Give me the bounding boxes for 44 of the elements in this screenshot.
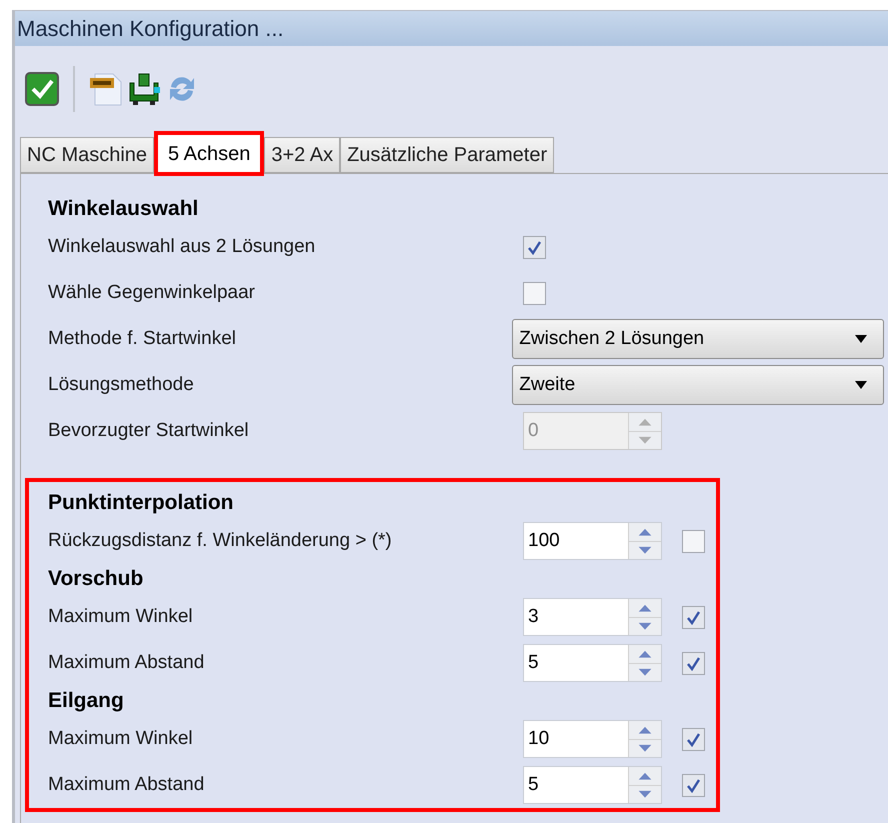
checkbox[interactable] xyxy=(523,282,546,304)
tab[interactable]: 5 Achsen xyxy=(154,131,264,176)
toolbar-separator xyxy=(73,66,75,112)
checkbox[interactable] xyxy=(682,652,705,674)
field-label: Winkelauswahl aus 2 Lösungen xyxy=(48,234,316,259)
checkmark-icon xyxy=(686,778,701,792)
spinner-field[interactable]: 3 xyxy=(523,598,662,636)
xml-file-icon[interactable] xyxy=(89,70,123,106)
section-heading: Punktinterpolation xyxy=(48,490,234,516)
field-label: Maximum Winkel xyxy=(48,726,194,751)
checkmark-icon xyxy=(686,732,701,746)
field-label: Rückzugsdistanz f. Winkeländerung > (*) xyxy=(48,528,393,553)
checkmark-icon xyxy=(686,656,701,670)
field-label: Bevorzugter Startwinkel xyxy=(48,418,250,443)
checkbox[interactable] xyxy=(682,530,705,552)
field-label: Methode f. Startwinkel xyxy=(48,326,237,351)
checkmark-icon xyxy=(686,610,701,624)
spinner-field[interactable]: 5 xyxy=(523,766,662,804)
field-label: Maximum Abstand xyxy=(48,772,206,797)
checkbox[interactable] xyxy=(682,774,705,796)
field-label: Maximum Abstand xyxy=(48,650,206,675)
tab[interactable]: Zusätzliche Parameter xyxy=(340,137,554,173)
tab[interactable]: 3+2 Ax xyxy=(264,137,340,173)
dropdown[interactable]: Zweite xyxy=(512,365,884,405)
checkbox[interactable] xyxy=(682,728,705,750)
window-title: Maschinen Konfiguration ... xyxy=(17,15,284,43)
spinner-field[interactable]: 10 xyxy=(523,720,662,758)
checkbox[interactable] xyxy=(523,236,546,258)
field-label: Lösungsmethode xyxy=(48,372,195,397)
machine-icon[interactable] xyxy=(127,70,161,106)
dropdown-arrow-icon xyxy=(855,381,867,389)
tab[interactable]: NC Maschine xyxy=(20,137,154,173)
field-label: Wähle Gegenwinkelpaar xyxy=(48,280,256,305)
section-heading: Vorschub xyxy=(48,566,144,592)
apply-check-icon[interactable] xyxy=(25,70,59,106)
dropdown[interactable]: Zwischen 2 Lösungen xyxy=(512,319,884,359)
checkbox[interactable] xyxy=(682,606,705,628)
spinner-field[interactable]: 100 xyxy=(523,522,662,560)
field-label: Maximum Winkel xyxy=(48,604,194,629)
checkmark-icon xyxy=(527,240,542,254)
dropdown-arrow-icon xyxy=(855,335,867,343)
spinner-field[interactable]: 5 xyxy=(523,644,662,682)
section-heading: Eilgang xyxy=(48,688,125,714)
section-heading: Winkelauswahl xyxy=(48,196,200,222)
